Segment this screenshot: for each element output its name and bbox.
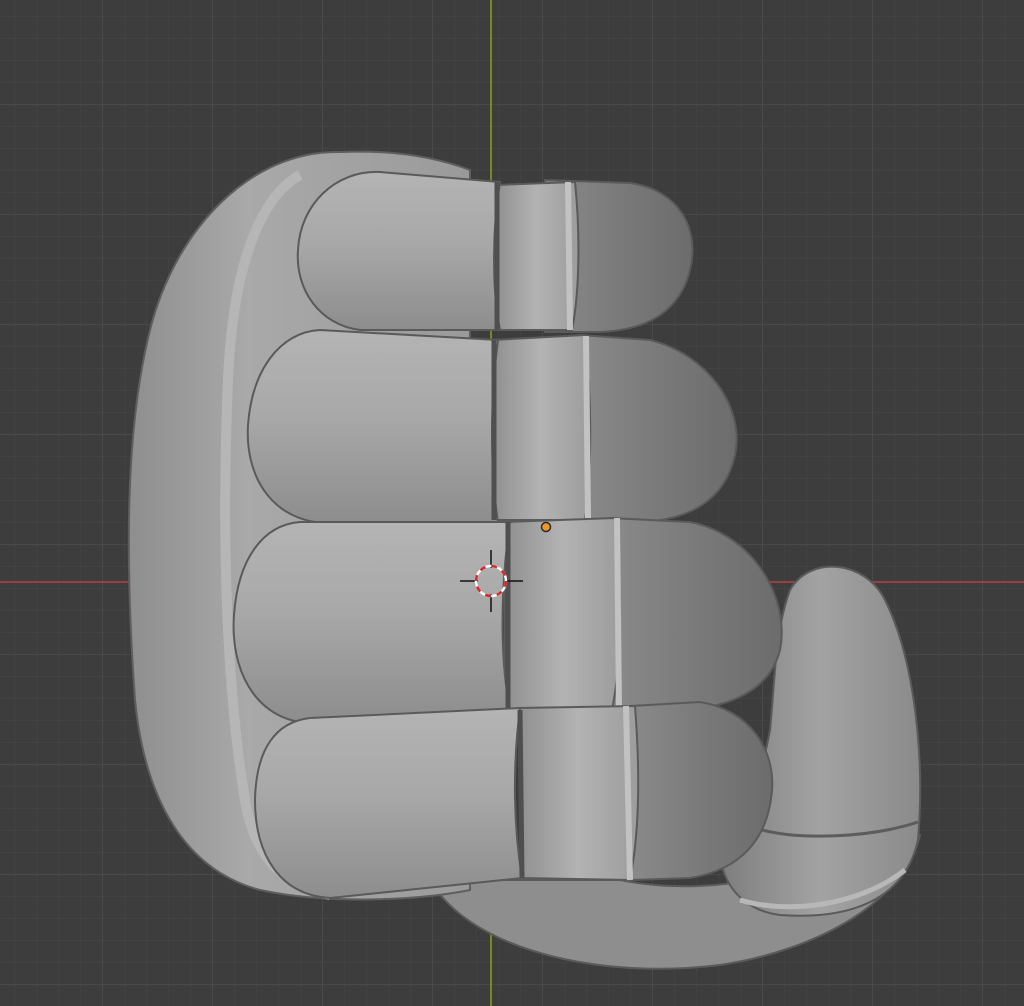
finger-ring-joint-2: [614, 517, 622, 711]
finger-ring[interactable]: [232, 516, 783, 724]
finger-middle-middle[interactable]: [491, 333, 592, 521]
finger-pinky-joint-1: [517, 709, 525, 879]
finger-pinky-joint-2: [623, 705, 633, 881]
finger-middle-joint-2: [583, 335, 591, 521]
3d-viewport[interactable]: [0, 0, 1024, 1006]
finger-middle-base[interactable]: [246, 328, 500, 523]
viewport-canvas[interactable]: [0, 0, 1024, 1006]
finger-ring-middle[interactable]: [504, 516, 621, 711]
finger-ring-base[interactable]: [232, 521, 512, 724]
object-origin-icon[interactable]: [540, 521, 552, 533]
finger-middle[interactable]: [246, 328, 738, 523]
finger-pinky[interactable]: [253, 700, 774, 900]
finger-index-base[interactable]: [296, 170, 502, 331]
finger-pinky-middle[interactable]: [516, 704, 640, 882]
finger-index-joint-2: [565, 181, 573, 331]
finger-index[interactable]: [296, 170, 694, 333]
finger-pinky-base[interactable]: [253, 706, 524, 900]
